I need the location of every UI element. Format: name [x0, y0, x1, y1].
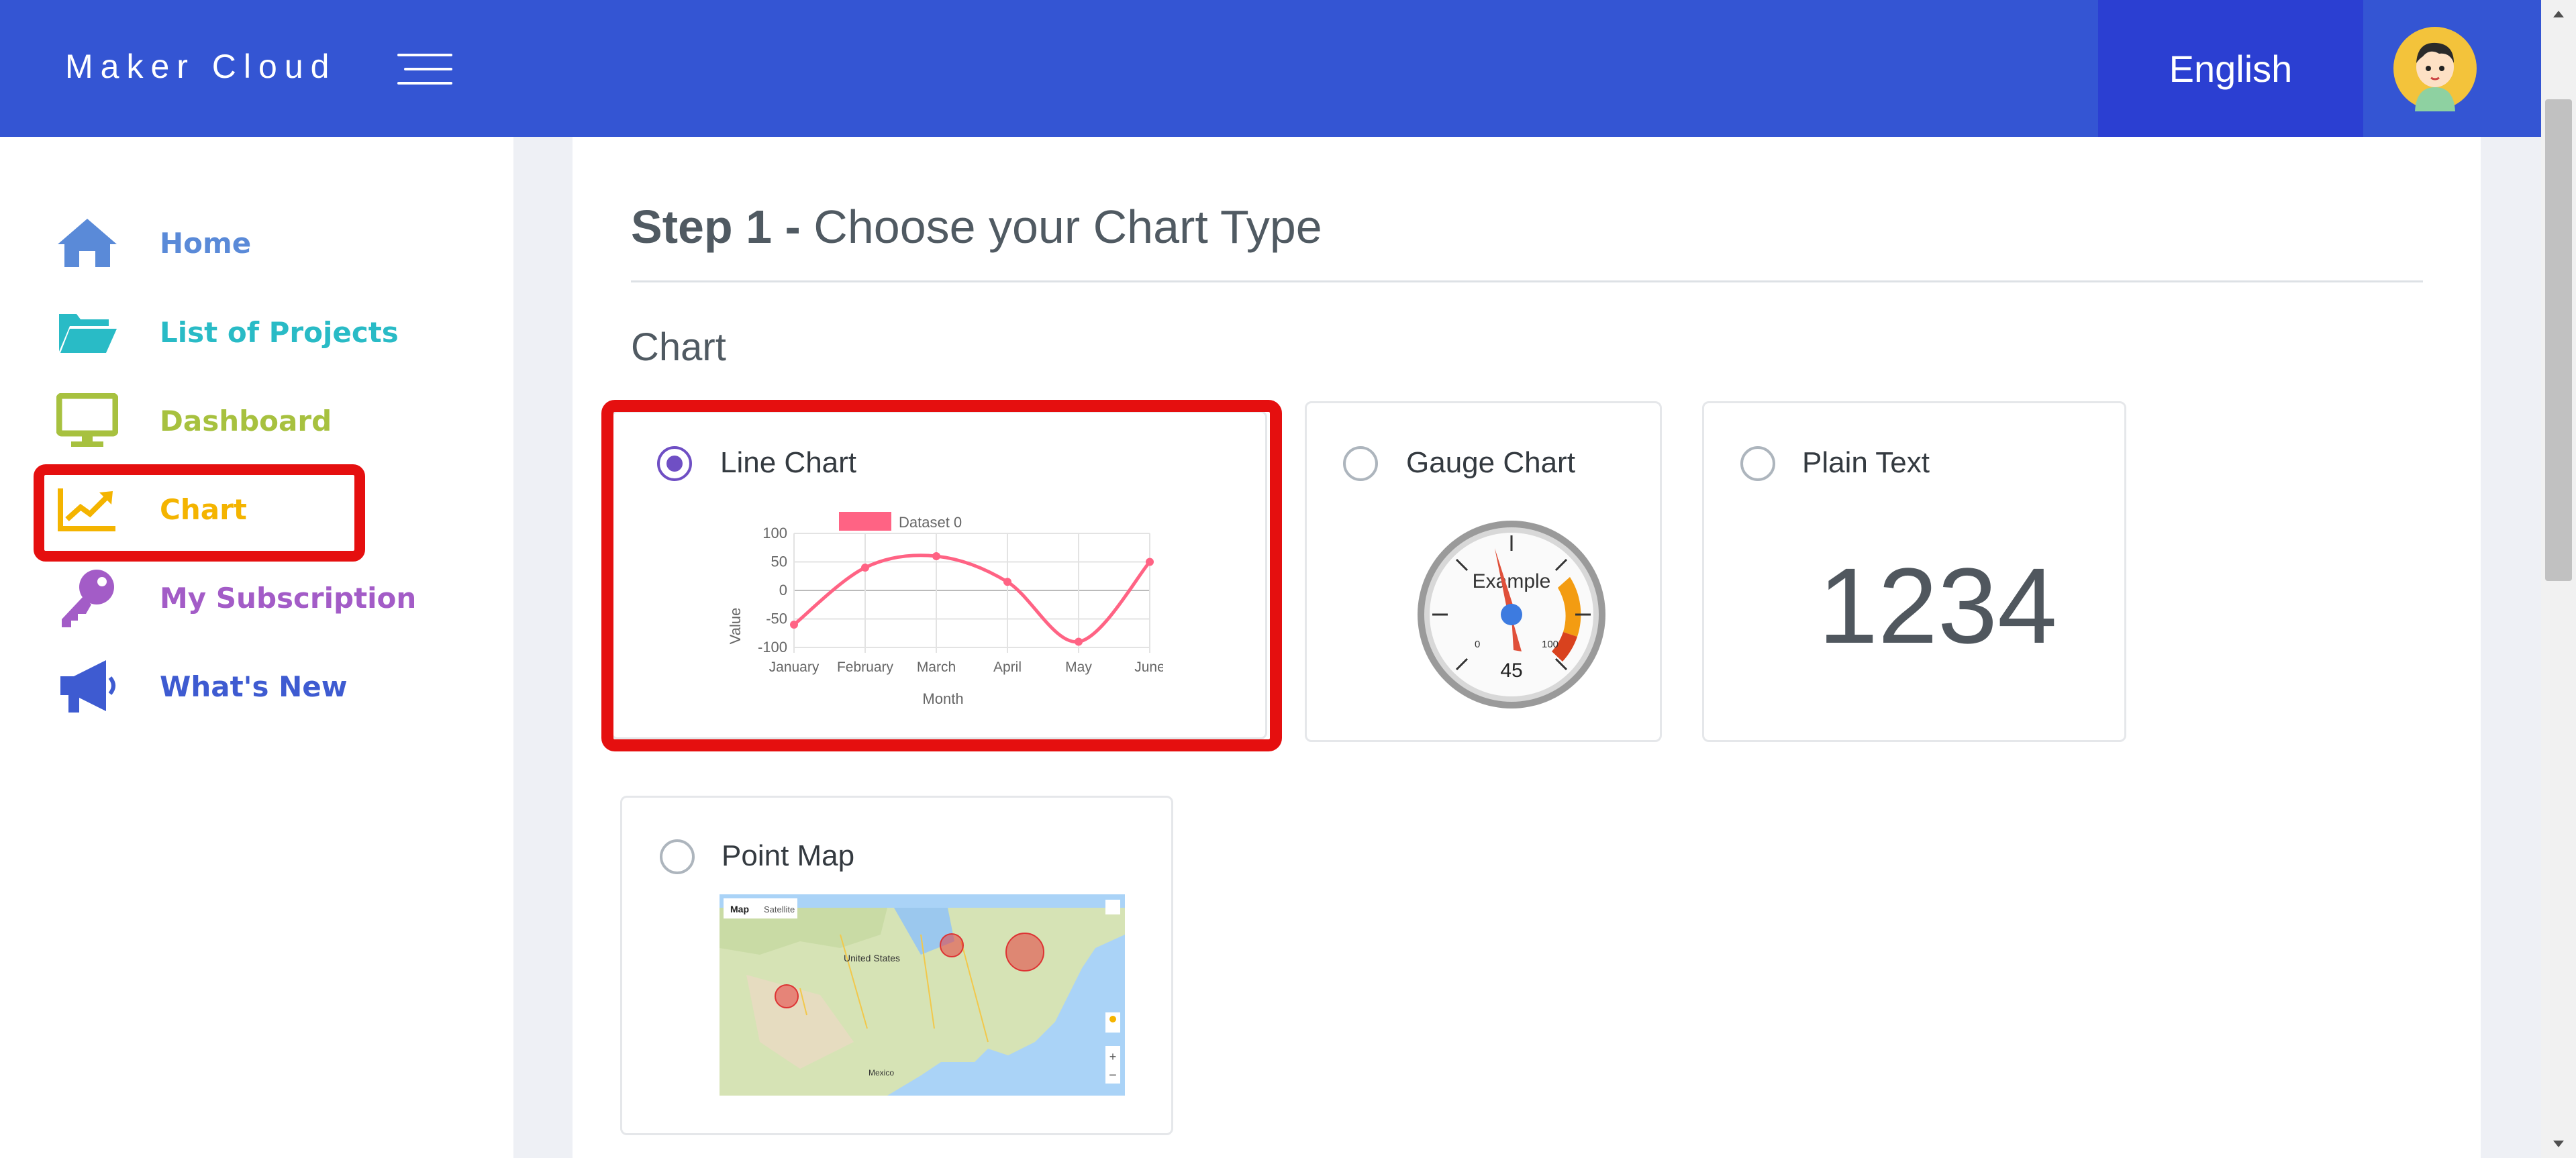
monitor-icon — [54, 390, 121, 451]
gauge-max-label: 100 — [1542, 639, 1558, 650]
gauge-chart-option-label: Gauge Chart — [1406, 446, 1575, 479]
gauge-chart-radio[interactable] — [1343, 446, 1378, 481]
plain-text-option-card[interactable]: Plain Text 1234 — [1702, 401, 2126, 742]
key-icon — [54, 568, 121, 628]
gauge-chart-option-card[interactable]: Gauge Chart Example 0 100 45 — [1305, 401, 1662, 742]
scroll-up-arrow-icon[interactable] — [2548, 5, 2569, 23]
gauge-preview: Example 0 100 45 — [1418, 521, 1605, 708]
sidebar-item-label: Home — [160, 226, 252, 260]
language-label: English — [2169, 47, 2293, 90]
page-scrollbar-thumb[interactable] — [2545, 99, 2572, 581]
title-divider — [631, 280, 2423, 282]
plain-text-option-label: Plain Text — [1802, 446, 1930, 479]
point-map-preview: Map Satellite United States Mexico + − — [720, 894, 1125, 1096]
map-tab-map[interactable]: Map — [730, 904, 749, 914]
folder-open-icon — [54, 302, 121, 362]
scroll-down-arrow-icon[interactable] — [2548, 1135, 2569, 1153]
sidebar-item-dashboard[interactable]: Dashboard — [54, 384, 332, 458]
selected-option-highlight-frame — [601, 400, 1282, 751]
map-tab-satellite[interactable]: Satellite — [764, 904, 795, 914]
sidebar — [0, 137, 513, 1158]
sidebar-item-whats-new[interactable]: What's New — [54, 649, 348, 723]
sidebar-item-label: List of Projects — [160, 315, 399, 349]
point-map-option-label: Point Map — [722, 839, 855, 872]
user-avatar-icon[interactable] — [2392, 25, 2478, 111]
brand-logo-text[interactable]: Maker Cloud — [65, 47, 336, 86]
sidebar-item-list-of-projects[interactable]: List of Projects — [54, 295, 399, 369]
map-point-marker — [775, 984, 799, 1008]
sidebar-item-label: What's New — [160, 670, 348, 703]
section-heading-chart: Chart — [631, 325, 726, 369]
step-prefix: Step 1 - — [631, 201, 801, 253]
gauge-min-label: 0 — [1475, 639, 1480, 650]
point-map-radio[interactable] — [660, 839, 695, 874]
svg-text:−: − — [1109, 1068, 1117, 1083]
language-selector[interactable]: English — [2098, 0, 2363, 137]
svg-text:+: + — [1109, 1050, 1117, 1063]
map-image: Map Satellite United States Mexico + − — [720, 894, 1125, 1096]
step-title-text: Choose your Chart Type — [813, 201, 1322, 253]
plain-text-preview-value: 1234 — [1818, 545, 2057, 666]
sidebar-item-my-subscription[interactable]: My Subscription — [54, 561, 416, 635]
hamburger-menu-icon[interactable] — [397, 54, 452, 85]
map-point-marker — [940, 933, 964, 957]
sidebar-item-label: Dashboard — [160, 404, 332, 437]
home-icon — [54, 213, 121, 273]
megaphone-icon — [54, 656, 121, 717]
sidebar-item-home[interactable]: Home — [54, 206, 251, 280]
gauge-title: Example — [1473, 570, 1551, 592]
map-point-marker — [1005, 933, 1044, 971]
plain-text-radio[interactable] — [1740, 446, 1775, 481]
sidebar-item-label: My Subscription — [160, 581, 417, 615]
active-item-highlight-frame — [34, 464, 365, 562]
page-title: Step 1 - Choose your Chart Type — [631, 200, 1322, 254]
map-label-country: United States — [844, 953, 900, 963]
map-label-mexico: Mexico — [869, 1068, 894, 1077]
gauge-value: 45 — [1500, 660, 1522, 682]
map-fullscreen-icon[interactable] — [1105, 900, 1120, 914]
